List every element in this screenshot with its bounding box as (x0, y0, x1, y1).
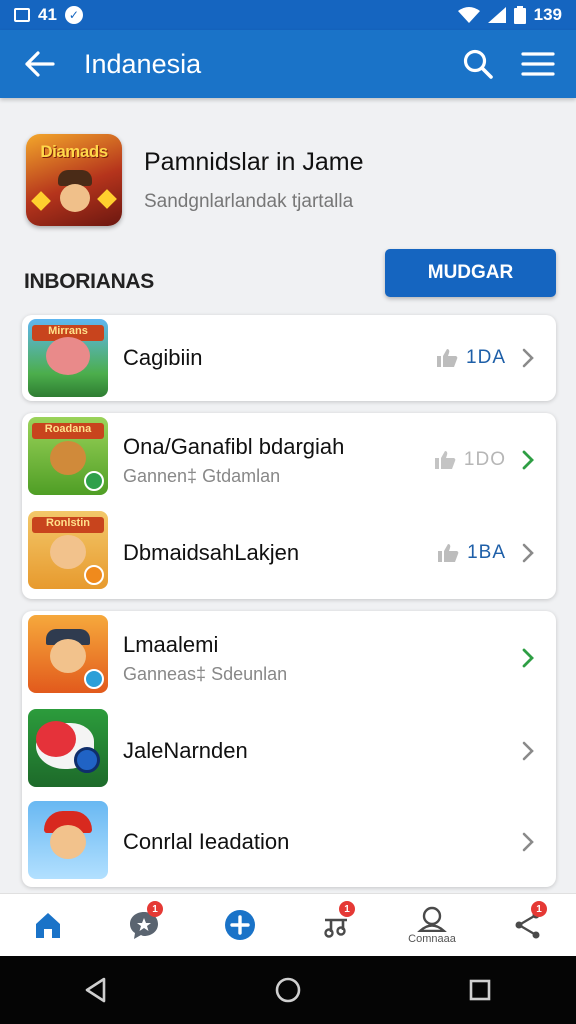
nav-profile[interactable]: Comnaaa (397, 895, 467, 955)
nav-share[interactable]: 1 (493, 895, 563, 955)
thumbs-up-icon (434, 451, 456, 469)
nav-home[interactable] (13, 895, 83, 955)
list-item[interactable]: JaleNarnden (22, 705, 556, 797)
like-count: 1DA (436, 347, 506, 369)
system-home-button[interactable] (270, 972, 306, 1008)
game-subtitle: Ganneas‡ Sdeunlan (123, 663, 288, 684)
check-notification-icon: ✓ (64, 6, 83, 24)
status-time: 139 (533, 5, 562, 24)
like-count: 1BA (437, 542, 506, 564)
nav-chat[interactable]: 1 (109, 895, 179, 955)
system-recents-button[interactable] (462, 972, 498, 1008)
profile-icon (417, 906, 447, 932)
chevron-right-icon (518, 348, 538, 368)
notification-badge: 1 (531, 901, 547, 917)
search-button[interactable] (460, 46, 496, 82)
thumbnail-banner: Ronlstin (32, 517, 104, 533)
game-title: JaleNarnden (123, 738, 248, 763)
featured-app-name: Pamnidslar in Jame (144, 147, 364, 176)
arrow-left-icon (25, 51, 55, 77)
nav-profile-label: Comnaaa (408, 932, 456, 945)
system-back-button[interactable] (78, 972, 114, 1008)
wifi-icon (457, 7, 480, 23)
section-title: INBORIANAS (24, 270, 155, 293)
game-thumbnail (28, 615, 108, 693)
gem-shape (97, 189, 117, 209)
like-count-value: 1DO (463, 449, 506, 470)
hamburger-menu-icon (521, 52, 555, 76)
game-thumbnail: Roadana (28, 417, 108, 495)
thumbs-up-icon (438, 544, 459, 562)
gem-shape (31, 191, 51, 211)
status-left-text: 41 (38, 5, 57, 24)
game-badge-icon (84, 471, 104, 491)
notification-badge: 1 (339, 901, 355, 917)
triangle-back-icon (85, 977, 106, 1003)
like-count: 1DO (434, 449, 506, 471)
search-icon (463, 49, 493, 79)
thumbnail-banner: Roadana (32, 423, 104, 439)
featured-app[interactable]: Diamads Pamnidslar in Jame Sandgnlarland… (26, 132, 556, 228)
nav-music[interactable]: 1 (301, 895, 371, 955)
game-badge-icon (84, 565, 104, 585)
game-card: Lmaalemi Ganneas‡ Sdeunlan JaleNarnden C… (22, 611, 556, 887)
character-shape (50, 639, 86, 673)
like-count-value: 1DA (466, 347, 506, 368)
game-card: Roadana Ona/Ganafibl bdargiah Gannen‡ Gt… (22, 413, 556, 599)
status-bar: 41 ✓ 139 (0, 0, 576, 30)
game-title: Conrlal Ieadation (123, 829, 290, 854)
notification-badge: 1 (147, 901, 163, 917)
game-thumbnail: Mirrans (28, 319, 108, 397)
featured-app-subtitle: Sandgnlarlandak tjartalla (144, 190, 354, 212)
character-shape (50, 441, 86, 475)
chevron-right-icon (518, 832, 538, 852)
game-subtitle: Gannen‡ Gtdamlan (123, 465, 281, 486)
featured-app-icon: Diamads (26, 134, 122, 226)
chevron-right-icon (518, 450, 538, 470)
character-shape (50, 825, 86, 859)
game-thumbnail (28, 709, 108, 787)
battery-icon (513, 6, 526, 24)
home-icon (36, 913, 60, 938)
game-title: Ona/Ganafibl bdargiah (123, 433, 345, 459)
cell-signal-icon (487, 7, 506, 23)
page-title: Indanesia (84, 48, 202, 79)
list-item[interactable]: Conrlal Ieadation (22, 797, 556, 887)
menu-button[interactable] (520, 46, 556, 82)
game-thumbnail (28, 801, 108, 879)
like-count-value: 1BA (467, 542, 506, 563)
game-badge-icon (84, 669, 104, 689)
character-shape (50, 535, 86, 569)
game-card: Mirrans Cagibiin 1DA (22, 315, 556, 401)
thumbs-up-icon (437, 349, 458, 367)
chevron-right-icon (518, 741, 538, 761)
list-item[interactable]: Ronlstin DbmaidsahLakjen 1BA (22, 507, 556, 599)
nav-add[interactable] (205, 895, 275, 955)
chevron-right-icon (518, 648, 538, 668)
character-face-shape (60, 184, 90, 212)
back-button[interactable] (0, 30, 80, 98)
add-circle-icon (225, 910, 255, 940)
featured-app-logo-text: Diamads (40, 142, 108, 161)
section-action-button[interactable]: MUDGAR (385, 249, 556, 297)
list-item[interactable]: Mirrans Cagibiin 1DA (22, 315, 556, 401)
game-title: DbmaidsahLakjen (123, 540, 300, 565)
system-navigation-bar (0, 956, 576, 1024)
character-shape (36, 721, 76, 757)
chevron-right-icon (518, 543, 538, 563)
circle-home-icon (275, 977, 301, 1003)
square-recents-icon (469, 979, 491, 1001)
character-shape (46, 337, 90, 375)
list-item[interactable]: Roadana Ona/Ganafibl bdargiah Gannen‡ Gt… (22, 413, 556, 507)
game-title: Cagibiin (123, 345, 203, 370)
app-bar: Indanesia (0, 30, 576, 98)
game-title: Lmaalemi (123, 631, 219, 657)
bottom-navigation: 1 1 Comnaaa 1 (0, 893, 576, 956)
game-thumbnail: Ronlstin (28, 511, 108, 589)
gallery-notification-icon (14, 8, 30, 22)
character-eye-shape (74, 747, 100, 773)
list-item[interactable]: Lmaalemi Ganneas‡ Sdeunlan (22, 611, 556, 705)
